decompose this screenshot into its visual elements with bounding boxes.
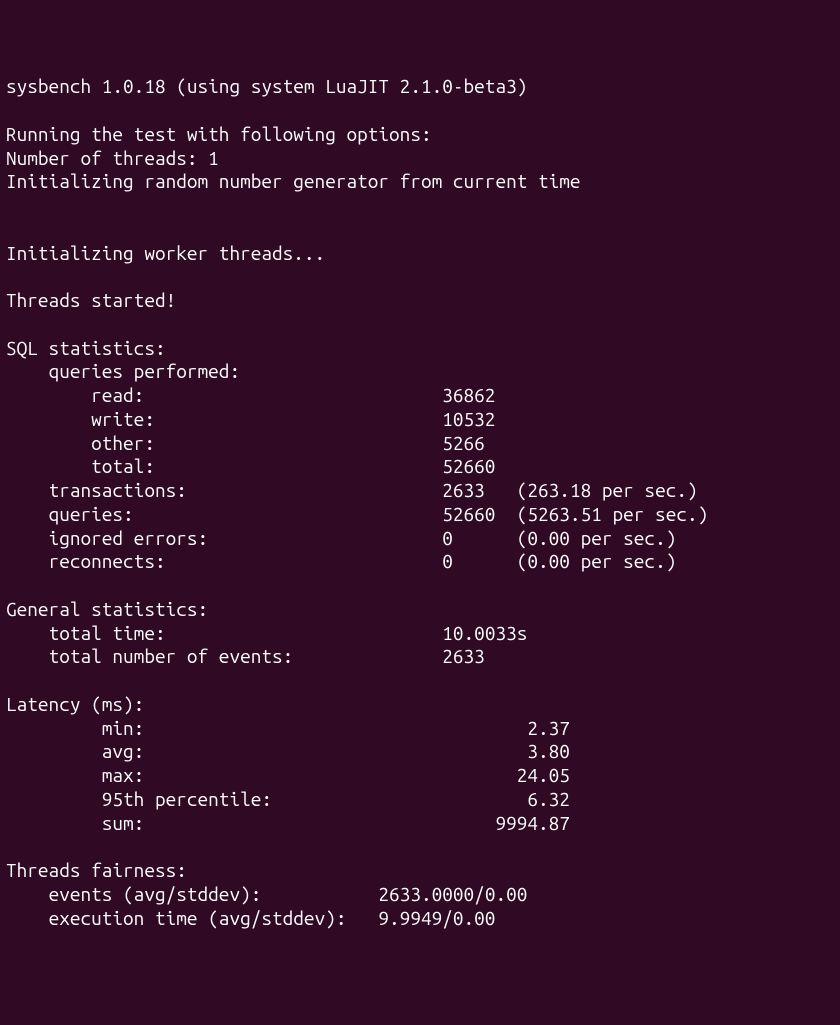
transactions-label: transactions: — [49, 479, 187, 501]
other-label: other: — [91, 432, 155, 454]
queries-value: 52660 — [442, 503, 495, 525]
fairness-exec-value: 9.9949/0.00 — [378, 907, 495, 929]
fairness-title: Threads fairness: — [6, 859, 187, 881]
fairness-events-value: 2633.0000/0.00 — [378, 883, 527, 905]
queries-rate: (5263.51 per sec.) — [517, 503, 709, 525]
other-value: 5266 — [442, 432, 485, 454]
latency-max-value: 24.05 — [517, 764, 570, 786]
total-label: total: — [91, 455, 155, 477]
init-workers-line: Initializing worker threads... — [6, 242, 325, 264]
reconnects-rate: (0.00 per sec.) — [517, 550, 677, 572]
threads-started-line: Threads started! — [6, 289, 176, 311]
transactions-value: 2633 — [442, 479, 485, 501]
ignored-errors-rate: (0.00 per sec.) — [517, 527, 677, 549]
latency-min-value: 2.37 — [527, 717, 570, 739]
latency-min-label: min: — [102, 717, 145, 739]
terminal-output: sysbench 1.0.18 (using system LuaJIT 2.1… — [6, 75, 834, 930]
queries-label: queries: — [49, 503, 134, 525]
queries-performed-label: queries performed: — [49, 360, 241, 382]
total-time-label: total time: — [49, 622, 166, 644]
read-label: read: — [91, 384, 144, 406]
latency-p95-label: 95th percentile: — [102, 788, 272, 810]
latency-title: Latency (ms): — [6, 693, 144, 715]
events-label: total number of events: — [49, 645, 294, 667]
latency-max-label: max: — [102, 764, 145, 786]
reconnects-value: 0 — [442, 550, 453, 572]
fairness-exec-label: execution time (avg/stddev): — [49, 907, 347, 929]
transactions-rate: (263.18 per sec.) — [517, 479, 698, 501]
total-time-value: 10.0033s — [442, 622, 527, 644]
latency-avg-label: avg: — [102, 740, 145, 762]
events-value: 2633 — [442, 645, 485, 667]
total-value: 52660 — [442, 455, 495, 477]
write-label: write: — [91, 408, 155, 430]
latency-avg-value: 3.80 — [527, 740, 570, 762]
fairness-events-label: events (avg/stddev): — [49, 883, 262, 905]
general-stats-title: General statistics: — [6, 598, 208, 620]
reconnects-label: reconnects: — [49, 550, 166, 572]
sysbench-version: sysbench 1.0.18 (using system LuaJIT 2.1… — [6, 75, 527, 97]
ignored-errors-value: 0 — [442, 527, 453, 549]
thread-count-line: Number of threads: 1 — [6, 147, 219, 169]
latency-sum-value: 9994.87 — [495, 812, 569, 834]
write-value: 10532 — [442, 408, 495, 430]
rng-init-line: Initializing random number generator fro… — [6, 170, 581, 192]
read-value: 36862 — [442, 384, 495, 406]
latency-sum-label: sum: — [102, 812, 145, 834]
sql-stats-title: SQL statistics: — [6, 337, 166, 359]
running-options-line: Running the test with following options: — [6, 123, 432, 145]
latency-p95-value: 6.32 — [527, 788, 570, 810]
ignored-errors-label: ignored errors: — [49, 527, 209, 549]
